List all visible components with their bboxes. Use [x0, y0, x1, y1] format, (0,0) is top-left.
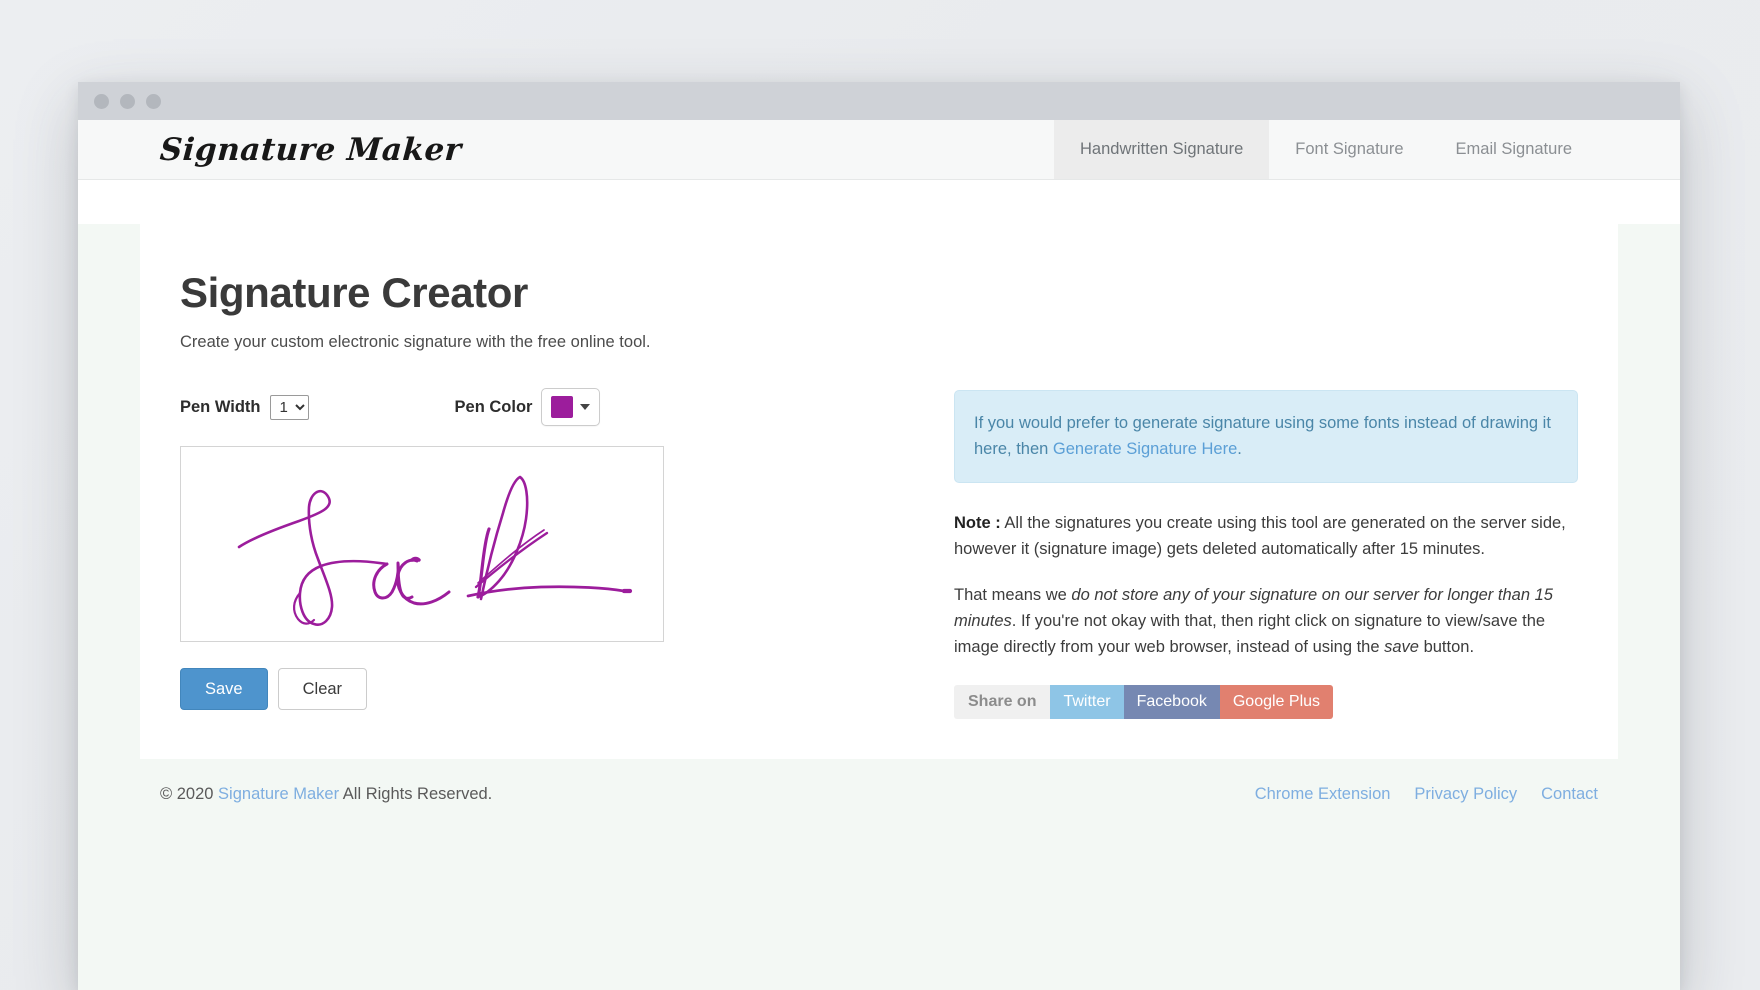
share-google-plus-button[interactable]: Google Plus: [1220, 685, 1333, 719]
pen-width-group: Pen Width 1 2 3 4 5: [180, 395, 309, 420]
share-bar: Share on Twitter Facebook Google Plus: [954, 685, 1578, 719]
note-label: Note :: [954, 514, 1001, 532]
pen-width-label: Pen Width: [180, 398, 261, 417]
generate-signature-alert: If you would prefer to generate signatur…: [954, 390, 1578, 483]
copyright: © 2020 Signature Maker All Rights Reserv…: [160, 785, 492, 804]
note-block: Note : All the signatures you create usi…: [954, 511, 1578, 660]
browser-window: Signature Maker Handwritten Signature Fo…: [78, 82, 1680, 990]
note-paragraph-1: Note : All the signatures you create usi…: [954, 511, 1578, 563]
pen-width-select[interactable]: 1 2 3 4 5: [270, 395, 309, 420]
clear-button[interactable]: Clear: [278, 668, 367, 710]
copyright-suffix: All Rights Reserved.: [339, 785, 492, 803]
brand-logo[interactable]: Signature Maker: [78, 120, 464, 179]
footer-link-chrome-extension[interactable]: Chrome Extension: [1255, 785, 1391, 804]
footer-link-contact[interactable]: Contact: [1541, 785, 1598, 804]
share-label: Share on: [954, 685, 1050, 719]
share-twitter-button[interactable]: Twitter: [1050, 685, 1123, 719]
nav-item-email-signature[interactable]: Email Signature: [1430, 120, 1598, 179]
desktop-backdrop: Signature Maker Handwritten Signature Fo…: [0, 0, 1760, 990]
page-body: Signature Creator Create your custom ele…: [78, 224, 1680, 990]
nav-item-handwritten-signature[interactable]: Handwritten Signature: [1054, 120, 1269, 179]
save-button[interactable]: Save: [180, 668, 268, 710]
note-p2-emphasis-2: save: [1384, 638, 1419, 656]
pen-color-group: Pen Color: [455, 388, 601, 426]
signature-editor-column: Pen Width 1 2 3 4 5: [180, 390, 932, 719]
pen-color-label: Pen Color: [455, 398, 533, 417]
note-p2-after: button.: [1419, 638, 1474, 656]
signature-canvas[interactable]: [180, 446, 664, 642]
canvas-actions: Save Clear: [180, 668, 932, 710]
minimize-dot-icon[interactable]: [120, 94, 135, 109]
site-footer: © 2020 Signature Maker All Rights Reserv…: [140, 759, 1618, 804]
close-dot-icon[interactable]: [94, 94, 109, 109]
note-body-1: All the signatures you create using this…: [954, 514, 1566, 558]
pen-color-picker[interactable]: [541, 388, 600, 426]
pen-controls: Pen Width 1 2 3 4 5: [180, 390, 932, 424]
nav-item-font-signature[interactable]: Font Signature: [1269, 120, 1429, 179]
copyright-prefix: © 2020: [160, 785, 218, 803]
signature-drawing: [181, 447, 663, 641]
generate-signature-link[interactable]: Generate Signature Here: [1053, 440, 1237, 458]
window-titlebar: [78, 82, 1680, 120]
note-paragraph-2: That means we do not store any of your s…: [954, 583, 1578, 661]
pen-color-swatch[interactable]: [551, 396, 573, 418]
share-facebook-button[interactable]: Facebook: [1124, 685, 1220, 719]
footer-brand-link[interactable]: Signature Maker: [218, 785, 339, 803]
footer-link-privacy-policy[interactable]: Privacy Policy: [1414, 785, 1517, 804]
alert-text-after: .: [1237, 440, 1242, 458]
note-p2-before: That means we: [954, 586, 1071, 604]
chevron-down-icon[interactable]: [580, 404, 590, 410]
page-subtitle: Create your custom electronic signature …: [180, 333, 1578, 352]
site-header: Signature Maker Handwritten Signature Fo…: [78, 120, 1680, 180]
content-card: Signature Creator Create your custom ele…: [140, 224, 1618, 759]
page-title: Signature Creator: [180, 270, 1578, 316]
maximize-dot-icon[interactable]: [146, 94, 161, 109]
footer-links: Chrome Extension Privacy Policy Contact: [1255, 785, 1598, 804]
info-column: If you would prefer to generate signatur…: [932, 390, 1578, 719]
main-nav: Handwritten Signature Font Signature Ema…: [1054, 120, 1680, 179]
